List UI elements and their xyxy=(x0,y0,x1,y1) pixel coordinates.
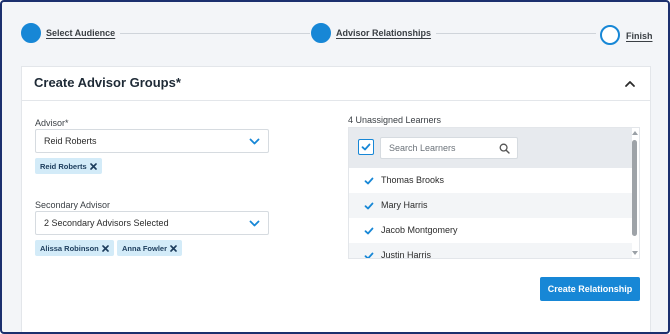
scroll-thumb[interactable] xyxy=(632,140,637,236)
list-scrollbar[interactable] xyxy=(630,128,639,258)
learner-search xyxy=(380,137,518,159)
list-item[interactable]: Mary Harris xyxy=(349,193,632,218)
remove-tag-icon[interactable] xyxy=(170,244,177,252)
secondary-advisor-tag: Anna Fowler xyxy=(117,240,183,256)
list-item[interactable]: Justin Harris xyxy=(349,243,632,259)
tag-label: Reid Roberts xyxy=(40,161,87,171)
stepper-connector xyxy=(436,33,596,34)
learner-name: Justin Harris xyxy=(381,250,432,259)
step-indicator-pending xyxy=(600,25,620,45)
checkmark-icon xyxy=(361,143,371,151)
learner-checkbox[interactable] xyxy=(362,249,374,258)
select-all-checkbox[interactable] xyxy=(358,139,374,155)
learner-name: Jacob Montgomery xyxy=(381,225,458,235)
secondary-advisor-label: Secondary Advisor xyxy=(35,200,111,210)
checkmark-icon xyxy=(364,202,374,210)
tag-label: Anna Fowler xyxy=(122,243,168,253)
step-label-advisor-relationships[interactable]: Advisor Relationships xyxy=(336,28,431,38)
card-title: Create Advisor Groups* xyxy=(34,75,181,90)
tag-label: Alissa Robinson xyxy=(40,243,99,253)
learner-checkbox[interactable] xyxy=(362,199,374,211)
checkmark-icon xyxy=(364,177,374,185)
step-indicator-current xyxy=(311,23,331,43)
secondary-advisor-select-value: 2 Secondary Advisors Selected xyxy=(44,218,169,228)
list-item[interactable]: Thomas Brooks xyxy=(349,168,632,193)
card-header: Create Advisor Groups* xyxy=(22,67,650,101)
scroll-down-arrow-icon[interactable] xyxy=(632,251,638,255)
learner-name: Mary Harris xyxy=(381,200,428,210)
step-indicator-complete xyxy=(21,23,41,43)
checkmark-icon xyxy=(364,227,374,235)
learners-list: Thomas Brooks Mary Harris Jacob Montgome… xyxy=(348,127,640,259)
advisor-tag: Reid Roberts xyxy=(35,158,102,174)
secondary-advisor-tag: Alissa Robinson xyxy=(35,240,114,256)
step-label-finish[interactable]: Finish xyxy=(626,31,653,41)
advisor-label: Advisor* xyxy=(35,118,69,128)
chevron-down-icon xyxy=(249,138,260,145)
search-icon[interactable] xyxy=(499,143,510,154)
advisor-groups-card: Create Advisor Groups* Advisor* Reid Rob… xyxy=(21,66,651,332)
remove-tag-icon[interactable] xyxy=(89,162,97,170)
unassigned-learners-title: 4 Unassigned Learners xyxy=(348,115,442,125)
chevron-down-icon xyxy=(249,220,260,227)
advisor-select-value: Reid Roberts xyxy=(44,136,97,146)
secondary-advisor-select[interactable]: 2 Secondary Advisors Selected xyxy=(35,211,269,235)
progress-stepper: Select Audience Advisor Relationships Fi… xyxy=(2,2,668,58)
learner-checkbox[interactable] xyxy=(362,224,374,236)
search-input[interactable] xyxy=(381,138,491,158)
app-window: Select Audience Advisor Relationships Fi… xyxy=(0,0,670,334)
chevron-up-icon[interactable] xyxy=(624,78,636,90)
learner-name: Thomas Brooks xyxy=(381,175,445,185)
list-item[interactable]: Jacob Montgomery xyxy=(349,218,632,243)
advisor-select[interactable]: Reid Roberts xyxy=(35,129,269,153)
learners-list-header xyxy=(349,128,632,168)
create-relationship-button[interactable]: Create Relationship xyxy=(540,277,640,301)
checkmark-icon xyxy=(364,252,374,258)
step-label-select-audience[interactable]: Select Audience xyxy=(46,28,115,38)
stepper-connector xyxy=(120,33,310,34)
scroll-up-arrow-icon[interactable] xyxy=(632,131,638,135)
remove-tag-icon[interactable] xyxy=(101,244,109,252)
learner-checkbox[interactable] xyxy=(362,174,374,186)
